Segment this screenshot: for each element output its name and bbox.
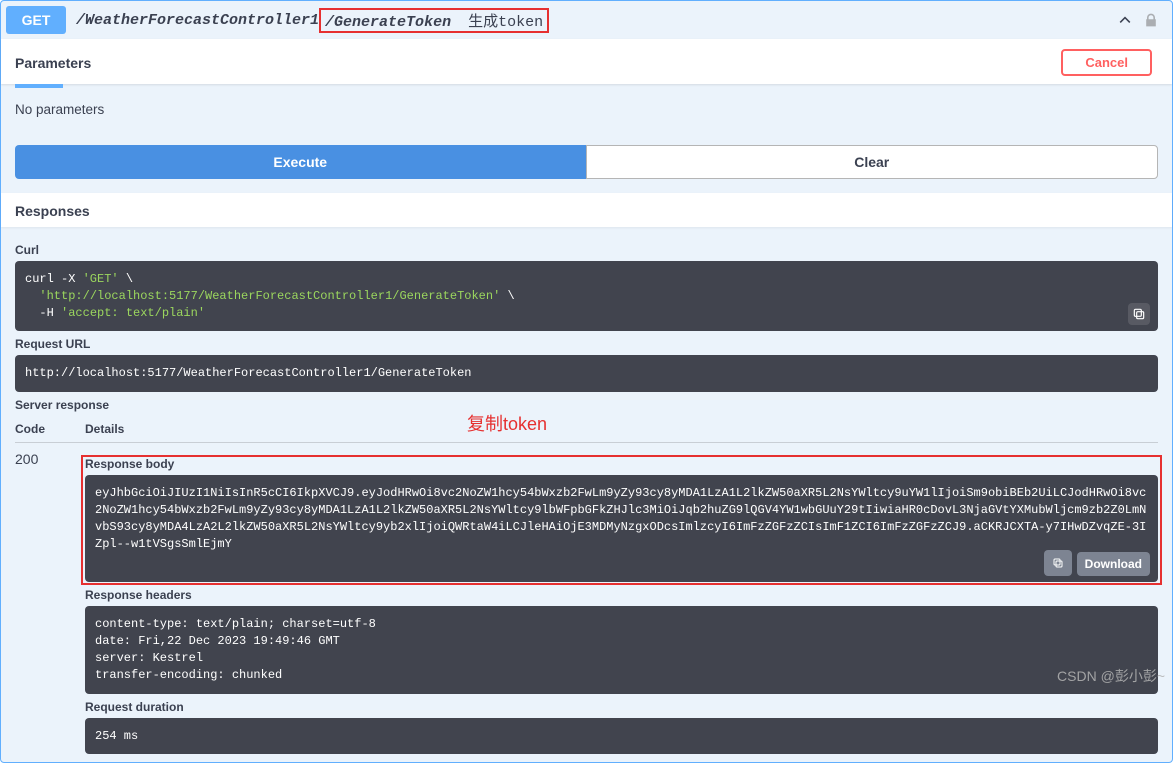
copy-icon[interactable] bbox=[1128, 303, 1150, 325]
table-row: 200 Response body eyJhbGciOiJIUzI1NiIsIn… bbox=[15, 443, 1158, 762]
path-highlight: /GenerateToken bbox=[325, 14, 451, 31]
http-method-badge: GET bbox=[6, 6, 66, 34]
hdr-server: server: Kestrel bbox=[95, 651, 203, 665]
curl-cmd: curl -X bbox=[25, 272, 83, 286]
response-headers-block: content-type: text/plain; charset=utf-8 … bbox=[85, 606, 1158, 693]
responses-section: Curl curl -X 'GET' \ 'http://localhost:5… bbox=[1, 227, 1172, 762]
status-code: 200 bbox=[15, 451, 85, 467]
hdr-transfer: transfer-encoding: chunked bbox=[95, 668, 282, 682]
request-url-title: Request URL bbox=[15, 337, 1158, 351]
endpoint-description: 生成token bbox=[468, 14, 543, 31]
curl-header: 'accept: text/plain' bbox=[61, 306, 205, 320]
request-url-block: http://localhost:5177/WeatherForecastCon… bbox=[15, 355, 1158, 392]
hdr-date: date: Fri,22 Dec 2023 19:49:46 GMT bbox=[95, 634, 340, 648]
watermark: CSDN @彭小彭~ bbox=[1057, 666, 1165, 686]
response-body-block: eyJhbGciOiJIUzI1NiIsInR5cCI6IkpXVCJ9.eyJ… bbox=[85, 475, 1158, 582]
response-table: 复制token Code Details 200 Response body e… bbox=[15, 416, 1158, 762]
clipboard-icon bbox=[1052, 556, 1064, 570]
request-duration-block: 254 ms bbox=[85, 718, 1158, 755]
curl-method: 'GET' bbox=[83, 272, 119, 286]
copy-token-note: 复制token bbox=[467, 410, 547, 436]
response-body-text: eyJhbGciOiJIUzI1NiIsInR5cCI6IkpXVCJ9.eyJ… bbox=[95, 486, 1146, 550]
endpoint-path: /WeatherForecastController1 /GenerateTok… bbox=[76, 8, 549, 33]
no-parameters-text: No parameters bbox=[1, 88, 1172, 131]
curl-h-flag: -H bbox=[39, 306, 61, 320]
copy-button[interactable] bbox=[1044, 550, 1072, 576]
curl-title: Curl bbox=[15, 243, 1158, 257]
curl-block: curl -X 'GET' \ 'http://localhost:5177/W… bbox=[15, 261, 1158, 331]
clear-button[interactable]: Clear bbox=[586, 145, 1159, 179]
execute-row: Execute Clear bbox=[1, 131, 1172, 193]
details-col: Response body eyJhbGciOiJIUzI1NiIsInR5cC… bbox=[85, 451, 1158, 754]
cancel-button[interactable]: Cancel bbox=[1061, 49, 1152, 76]
response-body-wrapper: eyJhbGciOiJIUzI1NiIsInR5cCI6IkpXVCJ9.eyJ… bbox=[85, 475, 1158, 582]
execute-button[interactable]: Execute bbox=[15, 145, 586, 179]
operation-body: Parameters Cancel No parameters Execute … bbox=[1, 39, 1172, 762]
responses-title: Responses bbox=[1, 193, 1172, 227]
lock-icon[interactable] bbox=[1143, 12, 1159, 28]
response-body-title: Response body bbox=[85, 457, 1158, 471]
hdr-content-type: content-type: text/plain; charset=utf-8 bbox=[95, 617, 376, 631]
summary-icons bbox=[1117, 12, 1167, 28]
download-button[interactable]: Download bbox=[1077, 552, 1150, 576]
request-url-value: http://localhost:5177/WeatherForecastCon… bbox=[25, 366, 471, 380]
server-response-title: Server response bbox=[15, 398, 1158, 412]
table-head: Code Details bbox=[15, 416, 1158, 443]
parameters-title: Parameters bbox=[15, 55, 91, 71]
request-duration-value: 254 ms bbox=[95, 729, 138, 743]
details-header: Details bbox=[85, 422, 124, 436]
request-duration-title: Request duration bbox=[85, 700, 1158, 714]
path-prefix: /WeatherForecastController1 bbox=[76, 12, 319, 29]
response-headers-title: Response headers bbox=[85, 588, 1158, 602]
parameters-header: Parameters Cancel bbox=[1, 39, 1172, 84]
path-highlight-box: /GenerateToken 生成token bbox=[319, 8, 549, 33]
curl-url: 'http://localhost:5177/WeatherForecastCo… bbox=[39, 289, 500, 303]
operation-block: GET /WeatherForecastController1 /Generat… bbox=[0, 0, 1173, 763]
operation-summary[interactable]: GET /WeatherForecastController1 /Generat… bbox=[1, 1, 1172, 39]
chevron-up-icon[interactable] bbox=[1117, 12, 1133, 28]
code-header: Code bbox=[15, 422, 85, 436]
